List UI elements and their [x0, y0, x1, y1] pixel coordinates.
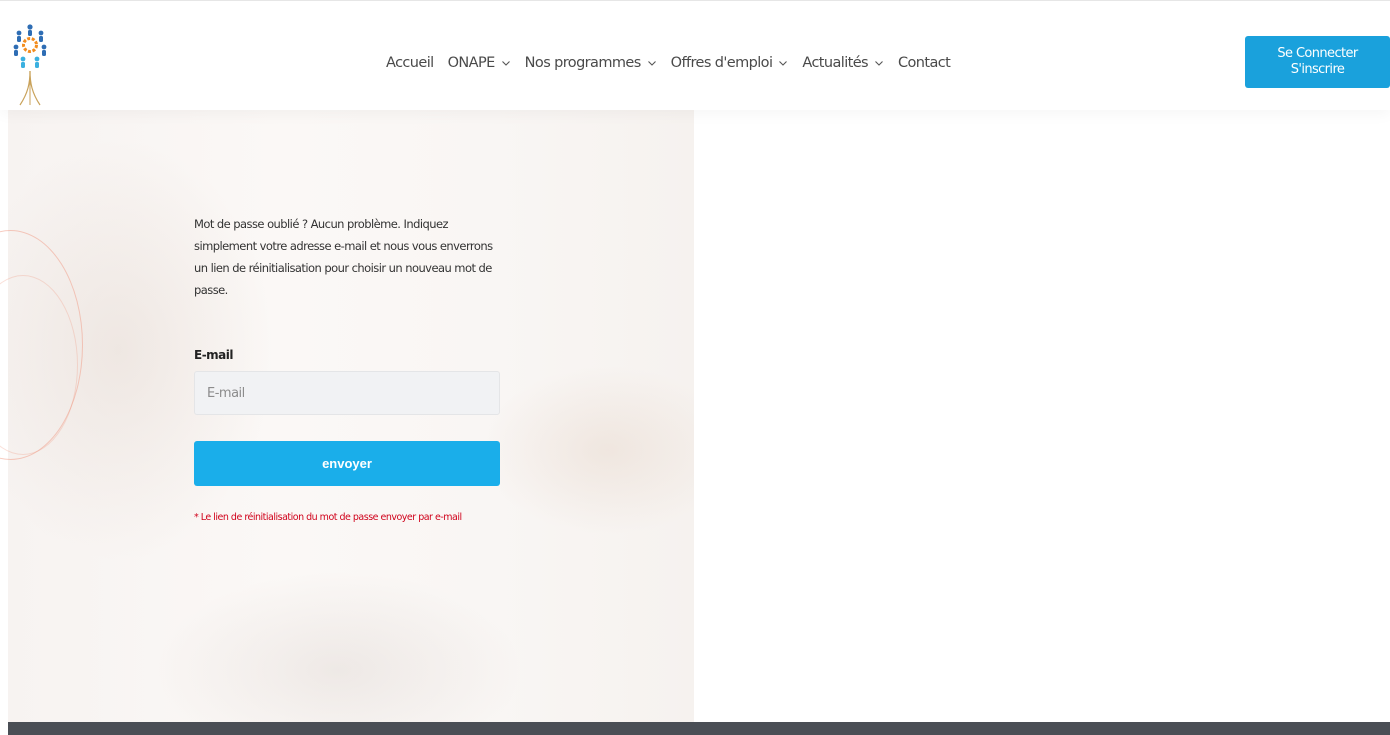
- nav-label: Contact: [898, 55, 951, 71]
- onape-logo[interactable]: [10, 21, 50, 107]
- nav-label: ONAPE: [447, 55, 496, 71]
- nav-item-nos-programmes[interactable]: Nos programmes: [525, 55, 657, 71]
- login-label: Se Connecter: [1277, 46, 1358, 61]
- reset-note: * Le lien de réinitialisation du mot de …: [194, 512, 462, 523]
- submit-label: envoyer: [322, 456, 372, 471]
- register-label: S'inscrire: [1290, 62, 1345, 77]
- main-nav: Accueil ONAPE Nos programmes Offres d'em…: [386, 51, 951, 75]
- chevron-down-icon: [875, 61, 883, 66]
- password-reset-form: Mot de passe oublié ? Aucun problème. In…: [194, 213, 500, 523]
- nav-label: Nos programmes: [524, 55, 642, 71]
- email-label: E-mail: [194, 348, 234, 362]
- nav-item-offres-emploi[interactable]: Offres d'emploi: [671, 55, 789, 71]
- chevron-down-icon: [779, 61, 788, 66]
- nav-item-accueil[interactable]: Accueil: [386, 55, 434, 71]
- nav-label: Offres d'emploi: [670, 55, 773, 71]
- chevron-down-icon: [501, 61, 510, 66]
- login-register-button[interactable]: Se Connecter S'inscrire: [1245, 36, 1390, 88]
- chevron-down-icon: [647, 61, 656, 66]
- site-header: Accueil ONAPE Nos programmes Offres d'em…: [0, 0, 1390, 110]
- email-input[interactable]: [194, 371, 500, 415]
- nav-label: Actualités: [802, 55, 868, 71]
- footer: [8, 722, 1390, 735]
- nav-item-onape[interactable]: ONAPE: [448, 55, 511, 71]
- intro-text: Mot de passe oublié ? Aucun problème. In…: [194, 217, 493, 297]
- nav-item-contact[interactable]: Contact: [898, 55, 951, 71]
- nav-item-actualites[interactable]: Actualités: [802, 55, 884, 71]
- nav-label: Accueil: [386, 55, 434, 71]
- submit-button[interactable]: envoyer: [194, 441, 500, 486]
